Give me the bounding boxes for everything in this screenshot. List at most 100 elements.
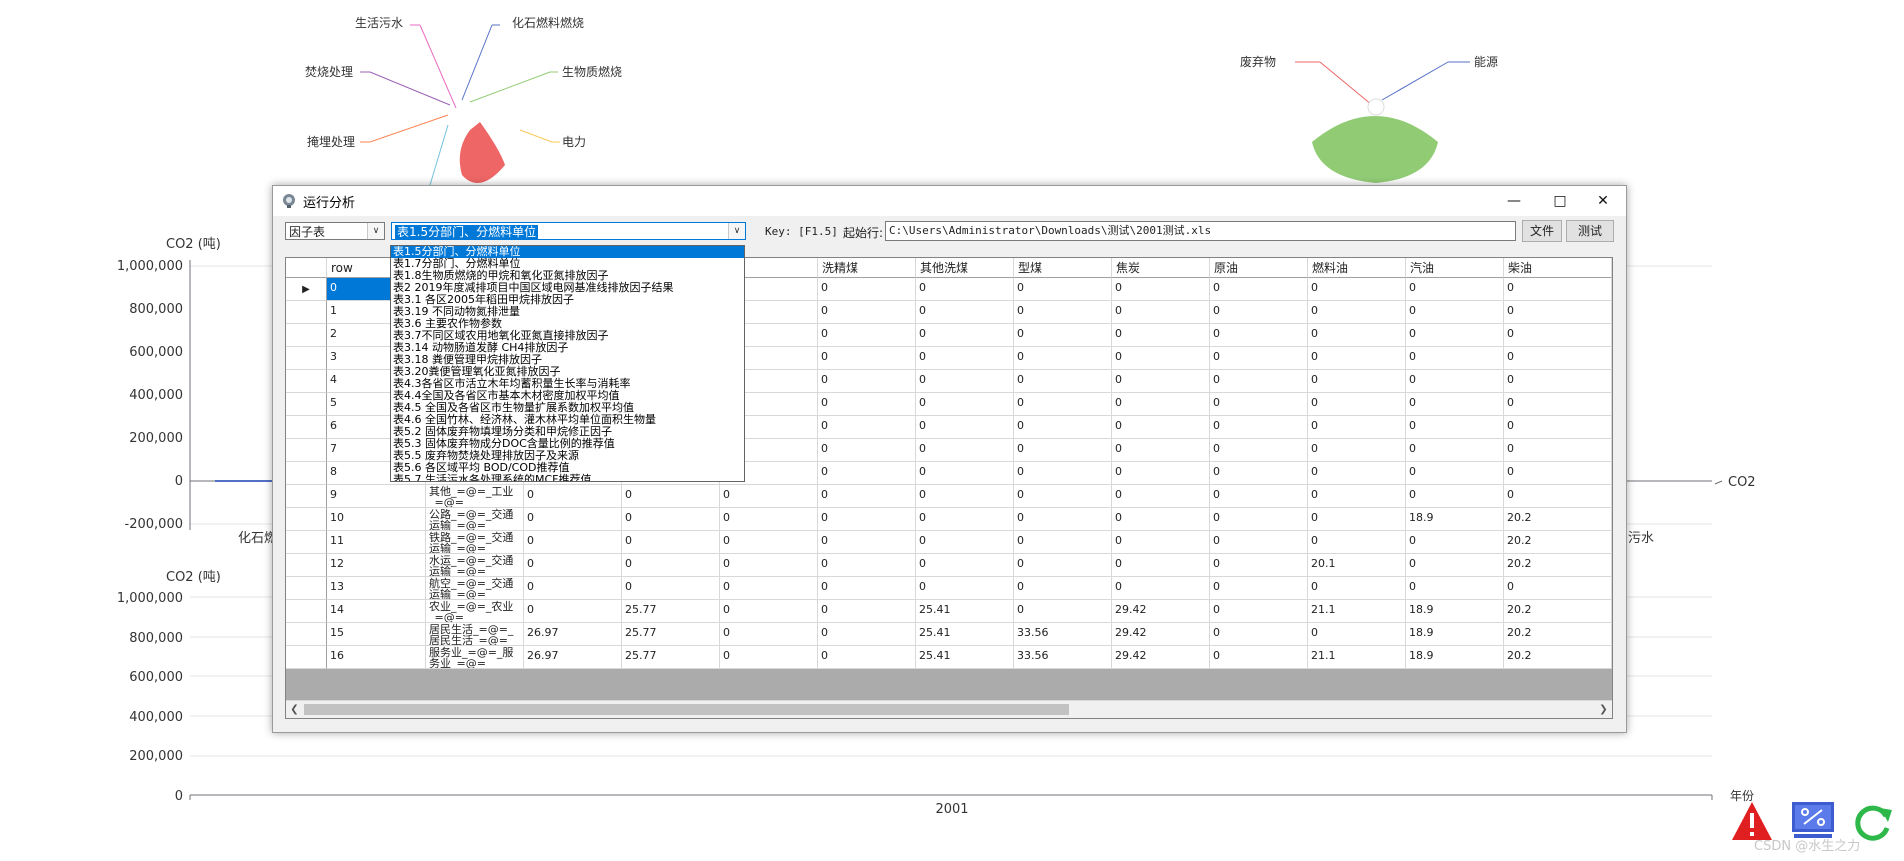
table-cell[interactable]: 0	[1014, 577, 1112, 600]
table-cell[interactable]: 0	[1504, 347, 1612, 370]
table-cell[interactable]: 0	[1112, 531, 1210, 554]
scrollbar-thumb[interactable]	[304, 704, 1069, 715]
table-cell[interactable]: 21.1	[1308, 646, 1406, 669]
table-cell[interactable]: 33.56	[1014, 623, 1112, 646]
table-cell[interactable]: 0	[818, 462, 916, 485]
table-cell[interactable]: 0	[1210, 347, 1308, 370]
table-cell[interactable]: 0	[1014, 301, 1112, 324]
table-cell[interactable]: 0	[1406, 439, 1504, 462]
table-cell[interactable]: 航空_=@=_交通运输_=@=	[426, 577, 524, 600]
row-header[interactable]	[286, 324, 327, 347]
table-cell[interactable]: 0	[1504, 462, 1612, 485]
table-cell[interactable]: 公路_=@=_交通运输_=@=	[426, 508, 524, 531]
chevron-right-icon[interactable]: ❯	[1595, 701, 1612, 718]
table-cell[interactable]: 26.97	[524, 646, 622, 669]
table-cell[interactable]: 0	[1014, 508, 1112, 531]
table-cell[interactable]: 0	[1014, 531, 1112, 554]
table-cell[interactable]: 0	[1210, 278, 1308, 301]
table-cell[interactable]: 10	[327, 508, 426, 531]
factor-table-select[interactable]: 表1.5分部门、分燃料单位 ∨	[391, 222, 746, 240]
table-cell[interactable]: 0	[1112, 278, 1210, 301]
chevron-down-icon[interactable]: ∨	[728, 223, 745, 239]
table-cell[interactable]: 0	[1112, 324, 1210, 347]
table-cell[interactable]: 26.97	[524, 623, 622, 646]
table-cell[interactable]: 0	[1112, 554, 1210, 577]
table-cell[interactable]: 0	[1112, 301, 1210, 324]
table-cell[interactable]: 0	[818, 485, 916, 508]
table-cell[interactable]: 0	[1308, 439, 1406, 462]
row-header[interactable]	[286, 347, 327, 370]
close-button[interactable]: ✕	[1580, 186, 1626, 216]
row-header[interactable]	[286, 646, 327, 669]
table-cell[interactable]: 0	[916, 577, 1014, 600]
column-header[interactable]: 柴油	[1504, 258, 1612, 278]
row-header[interactable]	[286, 462, 327, 485]
row-header[interactable]	[286, 485, 327, 508]
table-cell[interactable]: 0	[1406, 416, 1504, 439]
table-cell[interactable]: 0	[1112, 393, 1210, 416]
column-header[interactable]: 型煤	[1014, 258, 1112, 278]
table-cell[interactable]: 0	[1112, 485, 1210, 508]
table-cell[interactable]: 0	[818, 577, 916, 600]
table-cell[interactable]: 20.2	[1504, 600, 1612, 623]
table-cell[interactable]: 0	[1308, 508, 1406, 531]
table-cell[interactable]: 0	[1406, 324, 1504, 347]
table-cell[interactable]: 0	[1210, 485, 1308, 508]
table-cell[interactable]: 14	[327, 600, 426, 623]
table-cell[interactable]: 0	[1406, 554, 1504, 577]
table-cell[interactable]: 11	[327, 531, 426, 554]
table-cell[interactable]: 0	[916, 278, 1014, 301]
table-cell[interactable]: 0	[622, 577, 720, 600]
table-cell[interactable]: 0	[1308, 278, 1406, 301]
table-cell[interactable]: 0	[1210, 439, 1308, 462]
table-cell[interactable]: 29.42	[1112, 600, 1210, 623]
table-cell[interactable]: 0	[1014, 278, 1112, 301]
table-cell[interactable]: 0	[1112, 577, 1210, 600]
table-cell[interactable]: 29.42	[1112, 623, 1210, 646]
table-cell[interactable]: 0	[916, 508, 1014, 531]
table-cell[interactable]: 9	[327, 485, 426, 508]
table-cell[interactable]: 0	[1210, 577, 1308, 600]
table-cell[interactable]: 0	[524, 554, 622, 577]
table-cell[interactable]: 20.1	[1308, 554, 1406, 577]
table-cell[interactable]: 0	[1210, 554, 1308, 577]
table-cell[interactable]: 0	[818, 600, 916, 623]
table-cell[interactable]: 0	[1210, 462, 1308, 485]
table-cell[interactable]: 0	[1308, 531, 1406, 554]
row-header[interactable]	[286, 531, 327, 554]
table-cell[interactable]: 0	[916, 462, 1014, 485]
table-cell[interactable]: 18.9	[1406, 623, 1504, 646]
table-cell[interactable]: 0	[622, 508, 720, 531]
table-cell[interactable]: 0	[524, 600, 622, 623]
table-cell[interactable]: 0	[1406, 485, 1504, 508]
table-cell[interactable]: 0	[1308, 462, 1406, 485]
table-cell[interactable]: 29.42	[1112, 646, 1210, 669]
table-cell[interactable]: 0	[818, 508, 916, 531]
table-cell[interactable]: 0	[622, 531, 720, 554]
table-cell[interactable]: 0	[1210, 301, 1308, 324]
table-cell[interactable]: 0	[1112, 462, 1210, 485]
table-cell[interactable]: 0	[622, 485, 720, 508]
table-cell[interactable]: 0	[1504, 439, 1612, 462]
dropdown-option[interactable]: 表5.7 生活污水各处理系统的MCF推荐值	[391, 474, 744, 482]
table-cell[interactable]: 25.41	[916, 646, 1014, 669]
table-cell[interactable]: 0	[1014, 485, 1112, 508]
table-cell[interactable]: 0	[1308, 485, 1406, 508]
table-cell[interactable]: 18.9	[1406, 508, 1504, 531]
test-button[interactable]: 测试	[1566, 220, 1614, 242]
table-cell[interactable]: 20.2	[1504, 531, 1612, 554]
table-cell[interactable]: 20.2	[1504, 646, 1612, 669]
table-cell[interactable]: 0	[818, 301, 916, 324]
table-cell[interactable]: 0	[1014, 347, 1112, 370]
table-cell[interactable]: 0	[916, 393, 1014, 416]
table-cell[interactable]: 0	[1112, 416, 1210, 439]
table-cell[interactable]: 0	[916, 324, 1014, 347]
table-cell[interactable]: 0	[1308, 623, 1406, 646]
table-cell[interactable]: 20.2	[1504, 554, 1612, 577]
title-bar[interactable]: 运行分析 — □ ✕	[273, 186, 1626, 216]
table-cell[interactable]: 0	[1210, 646, 1308, 669]
table-cell[interactable]: 0	[720, 623, 818, 646]
table-cell[interactable]: 20.2	[1504, 508, 1612, 531]
table-cell[interactable]: 25.77	[622, 623, 720, 646]
column-header[interactable]: 焦炭	[1112, 258, 1210, 278]
